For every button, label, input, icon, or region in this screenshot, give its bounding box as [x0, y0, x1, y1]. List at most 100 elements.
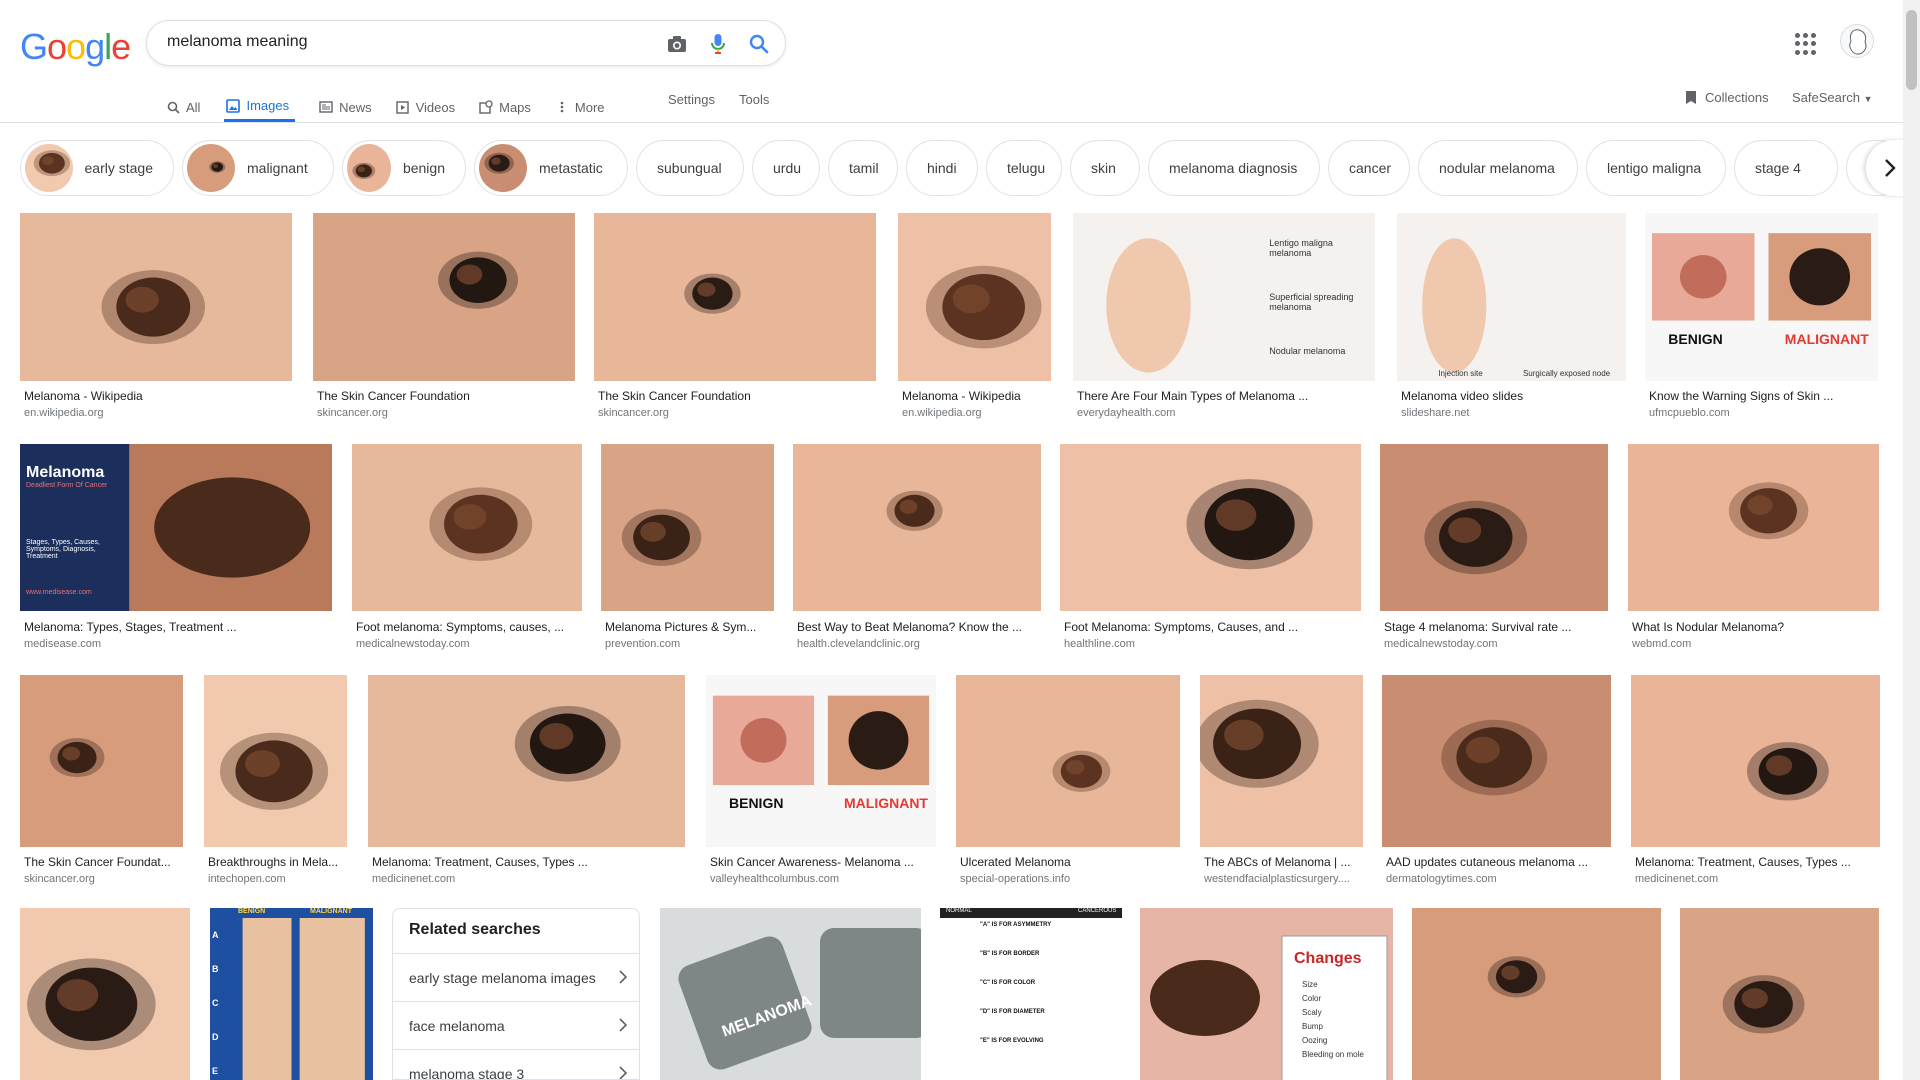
collections-link[interactable]: Collections — [1685, 90, 1769, 105]
result-thumbnail[interactable] — [1628, 444, 1879, 611]
chip-12[interactable]: nodular melanoma — [1418, 140, 1578, 196]
chip-2[interactable]: benign — [342, 140, 466, 196]
image-result-card[interactable]: MELANOMA — [660, 908, 921, 1080]
search-icon[interactable] — [747, 32, 771, 56]
result-title[interactable]: The ABCs of Melanoma | ... — [1204, 855, 1361, 869]
chip-6[interactable]: tamil — [828, 140, 898, 196]
result-thumbnail[interactable] — [20, 213, 292, 381]
image-result-card[interactable]: Melanoma Deadliest Form Of Cancer Stages, … — [20, 444, 332, 652]
result-title[interactable]: The Skin Cancer Foundation — [598, 389, 874, 403]
image-result-card[interactable]: The Skin Cancer Foundation skincancer.org — [594, 213, 876, 421]
tab-all[interactable]: All — [166, 88, 200, 122]
result-title[interactable]: There Are Four Main Types of Melanoma ..… — [1077, 389, 1373, 403]
result-thumbnail[interactable] — [20, 675, 183, 847]
result-title[interactable]: Melanoma - Wikipedia — [902, 389, 1049, 403]
image-result-card[interactable]: Changes Size Color Scaly Bump Oozing Bleeding … — [1140, 908, 1393, 1080]
result-thumbnail[interactable] — [1060, 444, 1361, 611]
result-thumbnail[interactable] — [898, 213, 1051, 381]
result-title[interactable]: Melanoma video slides — [1401, 389, 1624, 403]
image-result-card[interactable]: What Is Nodular Melanoma? webmd.com — [1628, 444, 1879, 652]
camera-icon[interactable] — [665, 32, 689, 56]
image-result-card[interactable]: Lentigo maligna melanoma Superficial spre… — [1073, 213, 1375, 421]
chip-10[interactable]: melanoma diagnosis — [1148, 140, 1320, 196]
image-result-card[interactable]: Injection site Surgically exposed node Mel… — [1397, 213, 1626, 421]
result-title[interactable]: The Skin Cancer Foundat... — [24, 855, 181, 869]
result-thumbnail[interactable]: Changes Size Color Scaly Bump Oozing Bleeding … — [1140, 908, 1393, 1080]
result-title[interactable]: Know the Warning Signs of Skin ... — [1649, 389, 1876, 403]
result-thumbnail[interactable] — [204, 675, 347, 847]
settings-link[interactable]: Settings — [668, 92, 715, 107]
chip-1[interactable]: malignant — [182, 140, 334, 196]
image-result-card[interactable] — [1680, 908, 1879, 1080]
chip-3[interactable]: metastatic — [474, 140, 628, 196]
image-result-card[interactable]: The Skin Cancer Foundation skincancer.org — [313, 213, 575, 421]
image-result-card[interactable]: Melanoma: Treatment, Causes, Types ... me… — [368, 675, 685, 887]
image-result-card[interactable]: Foot melanoma: Symptoms, causes, ... medi… — [352, 444, 582, 652]
tools-link[interactable]: Tools — [739, 92, 769, 107]
result-title[interactable]: Melanoma: Treatment, Causes, Types ... — [1635, 855, 1878, 869]
image-result-card[interactable]: BENIGN MALIGNANT Know the Warning Signs of… — [1645, 213, 1878, 421]
image-result-card[interactable]: Melanoma - Wikipedia en.wikipedia.org — [20, 213, 292, 421]
image-result-card[interactable]: BENIGN MALIGNANT A B C D E — [210, 908, 373, 1080]
avatar[interactable] — [1840, 24, 1874, 58]
result-title[interactable]: Best Way to Beat Melanoma? Know the ... — [797, 620, 1039, 634]
image-result-card[interactable]: AAD updates cutaneous melanoma ... dermat… — [1382, 675, 1611, 887]
chip-4[interactable]: subungual — [636, 140, 744, 196]
tab-more[interactable]: More — [555, 88, 605, 122]
image-result-card[interactable]: Breakthroughs in Mela... intechopen.com — [204, 675, 347, 887]
result-title[interactable]: Melanoma: Treatment, Causes, Types ... — [372, 855, 683, 869]
result-thumbnail[interactable]: Injection site Surgically exposed node — [1397, 213, 1626, 381]
result-thumbnail[interactable]: BENIGN MALIGNANT — [706, 675, 936, 847]
chip-11[interactable]: cancer — [1328, 140, 1410, 196]
result-thumbnail[interactable] — [20, 908, 190, 1080]
tab-maps[interactable]: Maps — [479, 88, 531, 122]
result-thumbnail[interactable] — [352, 444, 582, 611]
chip-7[interactable]: hindi — [906, 140, 978, 196]
related-search-item[interactable]: early stage melanoma images — [393, 953, 639, 1001]
result-title[interactable]: Foot melanoma: Symptoms, causes, ... — [356, 620, 580, 634]
tab-news[interactable]: News — [319, 88, 372, 122]
result-title[interactable]: AAD updates cutaneous melanoma ... — [1386, 855, 1609, 869]
chip-9[interactable]: skin — [1070, 140, 1140, 196]
result-title[interactable]: Melanoma - Wikipedia — [24, 389, 290, 403]
result-thumbnail[interactable]: NORMAL CANCEROUS "A" IS FOR ASYMMETRY "B" I… — [940, 908, 1122, 1080]
image-result-card[interactable]: Best Way to Beat Melanoma? Know the ... h… — [793, 444, 1041, 652]
result-thumbnail[interactable]: Melanoma Deadliest Form Of Cancer Stages, … — [20, 444, 332, 611]
result-title[interactable]: Melanoma Pictures & Sym... — [605, 620, 772, 634]
result-thumbnail[interactable] — [1631, 675, 1880, 847]
result-thumbnail[interactable]: MELANOMA — [660, 908, 921, 1080]
chip-13[interactable]: lentigo maligna — [1586, 140, 1726, 196]
result-thumbnail[interactable] — [1680, 908, 1879, 1080]
result-title[interactable]: What Is Nodular Melanoma? — [1632, 620, 1877, 634]
apps-grid-icon[interactable] — [1795, 33, 1817, 55]
image-result-card[interactable]: BENIGN MALIGNANT Skin Cancer Awareness- Me… — [706, 675, 936, 887]
result-title[interactable]: Foot Melanoma: Symptoms, Causes, and ... — [1064, 620, 1359, 634]
mic-icon[interactable] — [706, 32, 730, 56]
result-title[interactable]: Breakthroughs in Mela... — [208, 855, 345, 869]
image-result-card[interactable]: Melanoma Pictures & Sym... prevention.com — [601, 444, 774, 652]
image-result-card[interactable]: NORMAL CANCEROUS "A" IS FOR ASYMMETRY "B" I… — [940, 908, 1122, 1080]
result-title[interactable]: Skin Cancer Awareness- Melanoma ... — [710, 855, 934, 869]
result-thumbnail[interactable] — [594, 213, 876, 381]
result-thumbnail[interactable] — [1200, 675, 1363, 847]
related-search-item[interactable]: face melanoma — [393, 1001, 639, 1049]
google-logo[interactable]: Google — [20, 26, 131, 68]
result-thumbnail[interactable]: BENIGN MALIGNANT A B C D E — [210, 908, 373, 1080]
result-thumbnail[interactable] — [313, 213, 575, 381]
result-title[interactable]: Melanoma: Types, Stages, Treatment ... — [24, 620, 330, 634]
image-result-card[interactable]: Foot Melanoma: Symptoms, Causes, and ...… — [1060, 444, 1361, 652]
result-thumbnail[interactable] — [1412, 908, 1661, 1080]
result-thumbnail[interactable]: BENIGN MALIGNANT — [1645, 213, 1878, 381]
safesearch-dropdown[interactable]: SafeSearch ▼ — [1792, 90, 1872, 105]
result-thumbnail[interactable] — [793, 444, 1041, 611]
chip-8[interactable]: telugu — [986, 140, 1062, 196]
result-thumbnail[interactable] — [956, 675, 1180, 847]
page-scrollbar[interactable] — [1903, 0, 1920, 1080]
image-result-card[interactable]: Melanoma: Treatment, Causes, Types ... me… — [1631, 675, 1880, 887]
scrollbar-thumb[interactable] — [1906, 10, 1917, 90]
image-result-card[interactable]: Ulcerated Melanoma special-operations.inf… — [956, 675, 1180, 887]
chip-0[interactable]: early stage — [20, 140, 174, 196]
image-result-card[interactable] — [20, 908, 190, 1080]
chip-5[interactable]: urdu — [752, 140, 820, 196]
result-title[interactable]: The Skin Cancer Foundation — [317, 389, 573, 403]
